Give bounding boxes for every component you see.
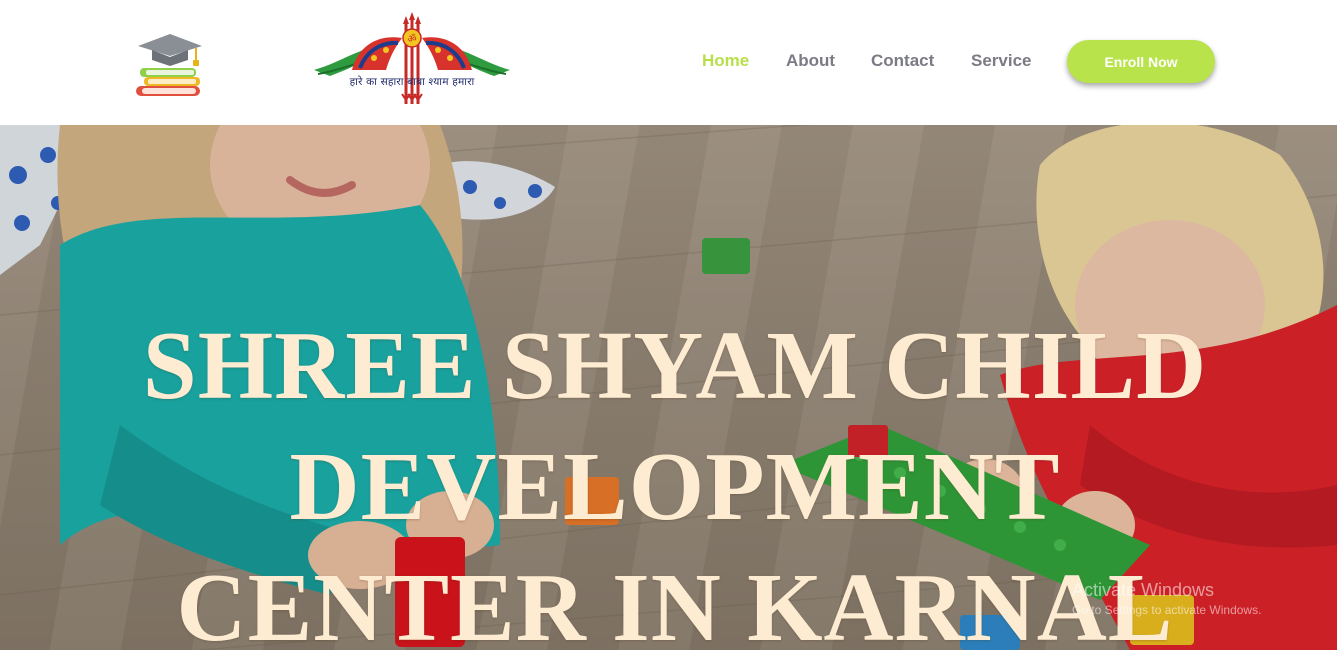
site-header: ॐ हारे का सहारा बाबा श्याम हमारा Home Ab… xyxy=(0,0,1337,125)
hero-title-line-2: DEVELOPMENT xyxy=(289,433,1061,540)
enroll-now-button[interactable]: Enroll Now xyxy=(1067,40,1215,83)
watermark-subtitle: Go to Settings to activate Windows. xyxy=(1072,603,1262,617)
nav-home[interactable]: Home xyxy=(702,51,749,71)
hero-title-line-1: SHREE SHYAM CHILD xyxy=(142,312,1208,419)
activate-windows-watermark: Activate Windows Go to Settings to activ… xyxy=(1072,579,1261,618)
watermark-title: Activate Windows xyxy=(1072,580,1215,600)
nav-contact[interactable]: Contact xyxy=(871,51,934,71)
books-graduation-cap-icon[interactable] xyxy=(132,24,208,100)
logo-caption: हारे का सहारा बाबा श्याम हमारा xyxy=(349,76,475,88)
hero-banner: SHREE SHYAM CHILD DEVELOPMENT CENTER IN … xyxy=(0,125,1337,650)
nav-service[interactable]: Service xyxy=(971,51,1032,71)
hero-title-line-3: CENTER IN KARNAL xyxy=(176,554,1174,650)
nav-about[interactable]: About xyxy=(786,51,835,71)
svg-text:ॐ: ॐ xyxy=(407,33,416,45)
